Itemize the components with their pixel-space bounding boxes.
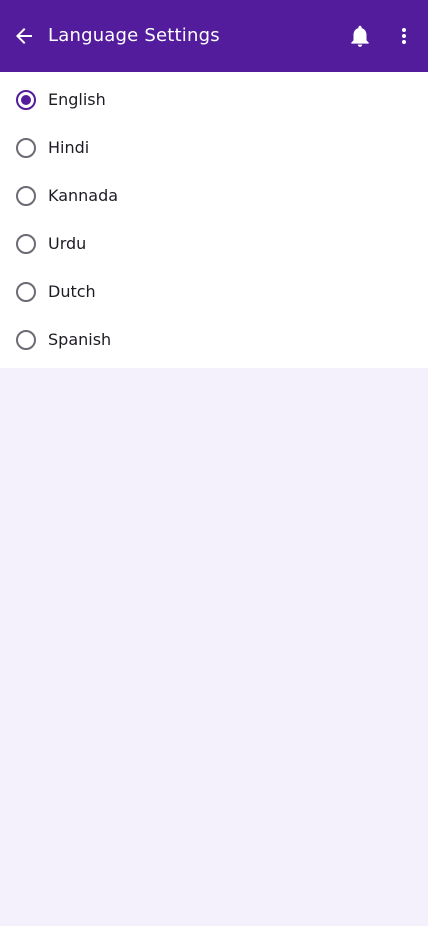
app-bar: Language Settings [0,0,428,72]
radio-button[interactable] [16,138,36,158]
language-option-kannada[interactable]: Kannada [0,172,428,220]
language-label: Urdu [48,234,87,253]
radio-button[interactable] [16,282,36,302]
more-vert-icon [402,28,406,44]
language-option-dutch[interactable]: Dutch [0,268,428,316]
language-label: English [48,90,106,109]
notifications-button[interactable] [344,20,376,52]
language-label: Hindi [48,138,90,157]
language-list: English Hindi Kannada Urdu Dutch Spanish [0,72,428,368]
back-button[interactable] [8,20,40,52]
bell-icon [351,25,369,47]
language-option-spanish[interactable]: Spanish [0,316,428,364]
language-option-urdu[interactable]: Urdu [0,220,428,268]
language-label: Spanish [48,330,112,349]
language-label: Dutch [48,282,96,301]
language-option-english[interactable]: English [0,76,428,124]
arrow-back-icon [16,28,32,44]
radio-button[interactable] [16,90,36,110]
radio-button[interactable] [16,330,36,350]
radio-button[interactable] [16,186,36,206]
page-title: Language Settings [48,25,220,46]
language-label: Kannada [48,186,119,205]
radio-button[interactable] [16,234,36,254]
more-options-button[interactable] [388,20,420,52]
language-option-hindi[interactable]: Hindi [0,124,428,172]
